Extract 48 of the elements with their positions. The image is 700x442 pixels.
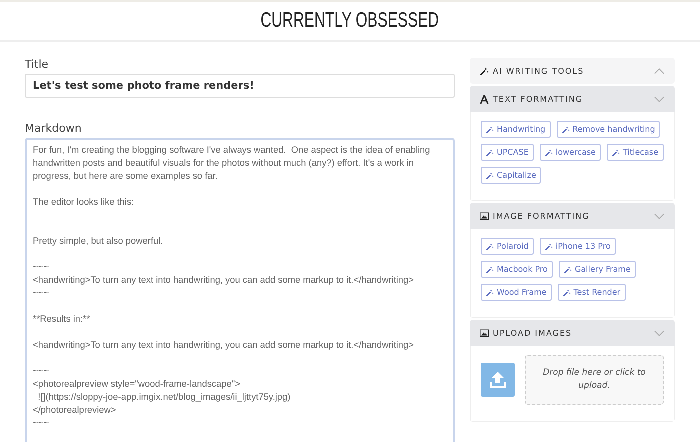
chevron-down-icon (654, 212, 665, 220)
chevron-up-icon (654, 68, 665, 74)
format-button[interactable]: Titlecase (606, 144, 664, 161)
markdown-editor[interactable]: For fun, I'm creating the blogging software I've always wanted. One aspect is the idea of enabling handwritten posts and beautiful visuals for the photos without much (any?) effort. It's a work in progress, but here are some examples so far. The editor looks like this: Pretty simple, but also powerful. ~~~ <handwriting>To turn any text into handwriting, you can add some markup to it.</handwriting> ~~~ **Results in:** <handwriting>To turn any text into handwriting, you can add some markup to it.</handwriting> ~~~ <photorealpreview style="wood-frame-landscape"> ![](https://sloppy-joe-app.imgix.net/blog_images/ii_ljttyt75y.jpg) </photorealpreview> ~~~ (25, 138, 455, 442)
wand-icon (612, 148, 620, 156)
format-button[interactable]: Wood Frame (481, 284, 552, 301)
chevron-down-icon (654, 330, 665, 336)
format-button[interactable]: Capitalize (481, 167, 542, 184)
wand-icon (562, 126, 570, 134)
wand-icon (486, 288, 494, 296)
wand-icon (486, 148, 494, 156)
format-button[interactable]: Handwriting (481, 121, 551, 138)
format-button[interactable]: lowercase (540, 144, 601, 161)
format-button[interactable]: UPCASE (481, 144, 534, 161)
image-icon (480, 212, 489, 220)
wand-icon (544, 242, 553, 250)
field-label: Markdown (25, 122, 83, 135)
letter-icon (480, 94, 489, 104)
upload-icon (488, 371, 508, 389)
chevron-down-icon (654, 96, 665, 102)
panel-header[interactable]: TEXT FORMATTING (470, 86, 675, 112)
wand-icon (544, 148, 553, 156)
title-input[interactable]: Let's test some photo frame renders! (25, 74, 455, 98)
panel-header[interactable]: AI WRITING TOOLS (470, 58, 675, 84)
wand-icon (562, 288, 571, 296)
format-button[interactable]: iPhone 13 Pro (540, 238, 616, 255)
format-button[interactable]: Test Render (558, 284, 626, 301)
wand-icon (486, 172, 494, 180)
format-button[interactable]: Gallery Frame (558, 261, 636, 278)
panel-title: IMAGE FORMATTING (493, 212, 591, 220)
wand-icon (486, 242, 494, 250)
wand-icon (480, 66, 489, 76)
panel-title: UPLOAD IMAGES (493, 328, 574, 338)
panel-header[interactable]: IMAGE FORMATTING (470, 203, 675, 229)
upload-button[interactable] (481, 363, 515, 397)
format-button[interactable]: Polaroid (481, 238, 534, 255)
panel-title: AI WRITING TOOLS (493, 66, 586, 76)
wand-icon (486, 266, 494, 274)
site-title: CURRENTLY OBSESSED (260, 9, 440, 33)
drop-zone[interactable]: Drop file here or click to upload. (525, 355, 664, 405)
format-button[interactable]: Remove handwriting (556, 121, 660, 138)
panel-header[interactable]: UPLOAD IMAGES (470, 320, 675, 346)
panel-title: TEXT FORMATTING (493, 94, 584, 104)
image-icon (480, 328, 489, 338)
wand-icon (564, 266, 572, 274)
format-button[interactable]: Macbook Pro (481, 261, 553, 278)
field-label: Title (25, 58, 50, 71)
wand-icon (486, 126, 494, 134)
